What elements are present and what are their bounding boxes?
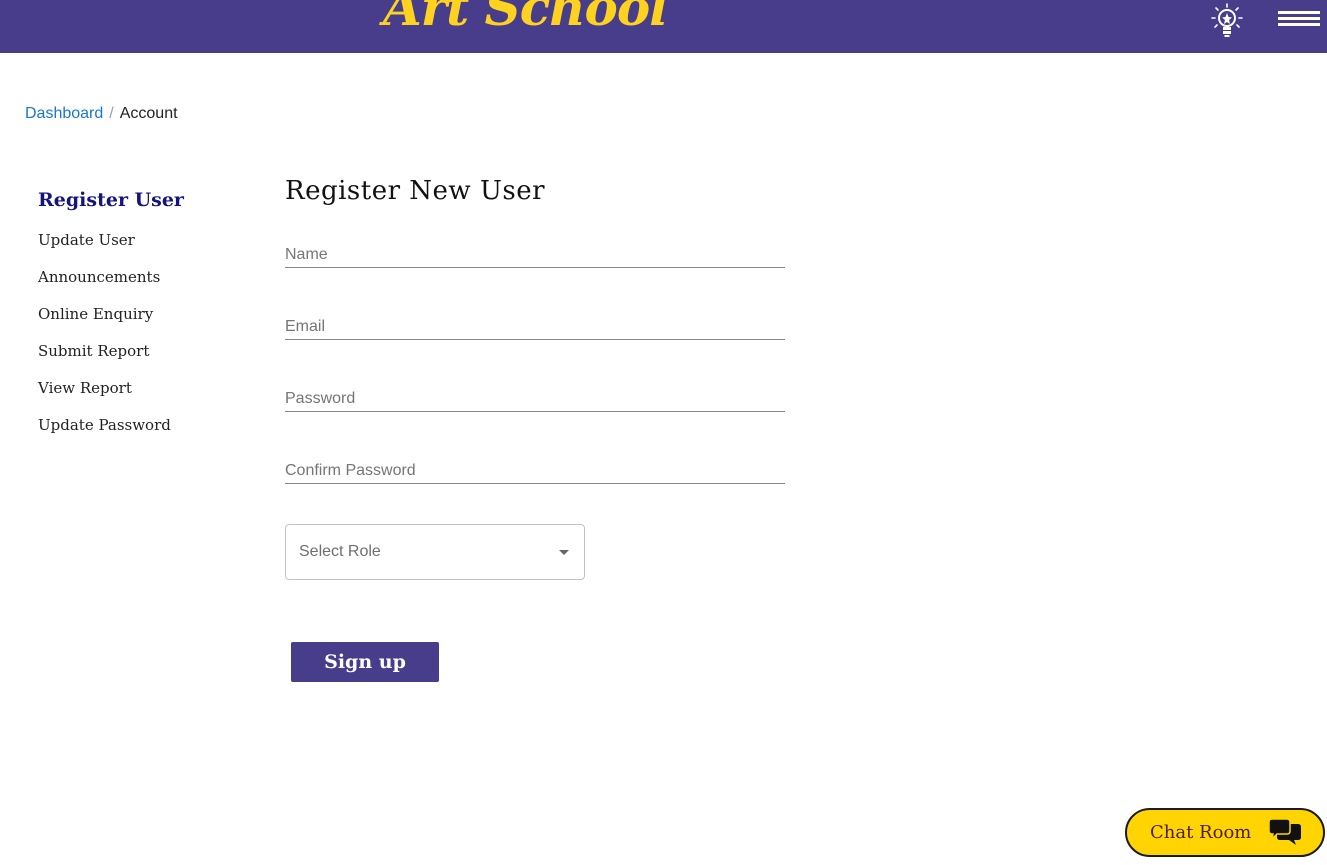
- chat-room-button[interactable]: Chat Room: [1125, 808, 1325, 857]
- sidebar-item-online-enquiry[interactable]: Online Enquiry: [38, 296, 238, 333]
- password-field[interactable]: [285, 382, 785, 411]
- role-select[interactable]: Select Role: [285, 524, 585, 580]
- email-field-wrapper: [285, 310, 785, 340]
- name-field-wrapper: [285, 238, 785, 268]
- register-form: Register New User Select Role Sign up: [285, 176, 785, 682]
- top-navbar: Art School: [0, 0, 1327, 53]
- sidebar-item-submit-report[interactable]: Submit Report: [38, 333, 238, 370]
- sidebar-item-update-password[interactable]: Update Password: [38, 407, 238, 444]
- lightbulb-icon[interactable]: [1210, 3, 1244, 39]
- name-field[interactable]: [285, 238, 785, 267]
- page-title: Register New User: [285, 176, 546, 206]
- chat-room-label: Chat Room: [1150, 822, 1252, 843]
- sidebar-item-update-user[interactable]: Update User: [38, 222, 238, 259]
- role-select-value: Select Role: [299, 543, 381, 560]
- sidebar-item-register-user[interactable]: Register User: [38, 186, 238, 219]
- hamburger-menu-icon[interactable]: [1278, 11, 1320, 27]
- password-field-wrapper: [285, 382, 785, 412]
- logo[interactable]: Art School: [383, 0, 668, 37]
- confirm-password-field[interactable]: [285, 454, 785, 483]
- signup-button[interactable]: Sign up: [291, 642, 439, 682]
- sidebar-item-view-report[interactable]: View Report: [38, 370, 238, 407]
- breadcrumb-current: Account: [119, 105, 178, 122]
- confirm-password-field-wrapper: [285, 454, 785, 484]
- breadcrumb-separator: /: [109, 105, 114, 122]
- breadcrumb-dashboard-link[interactable]: Dashboard: [25, 105, 103, 122]
- caret-down-icon: [559, 550, 569, 555]
- sidebar-menu: Register User Update User Announcements …: [38, 186, 238, 444]
- chat-bubbles-icon: [1267, 818, 1303, 848]
- sidebar-item-announcements[interactable]: Announcements: [38, 259, 238, 296]
- email-field[interactable]: [285, 310, 785, 339]
- breadcrumb: Dashboard / Account: [25, 105, 178, 123]
